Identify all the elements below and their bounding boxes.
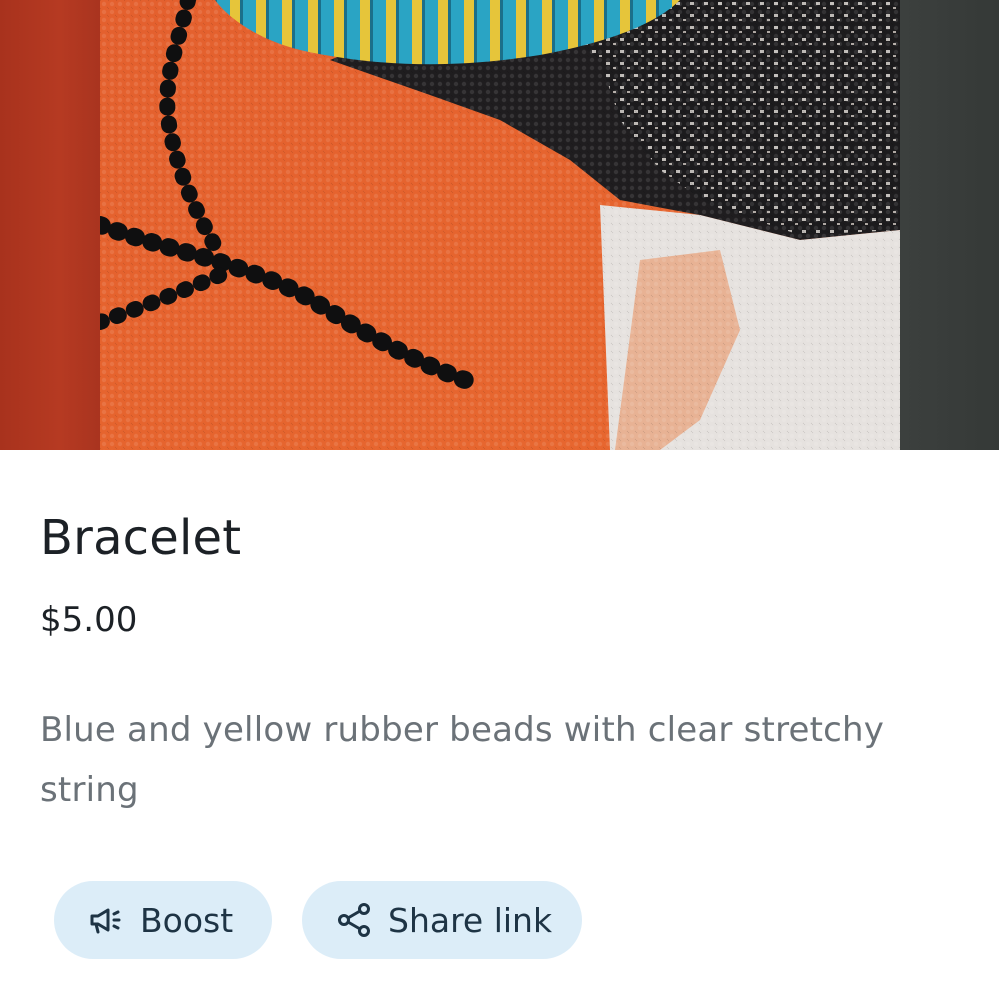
megaphone-icon: [86, 900, 126, 940]
boost-button[interactable]: Boost: [54, 881, 272, 959]
photo-carousel[interactable]: [0, 0, 999, 450]
share-link-button[interactable]: Share link: [302, 881, 582, 959]
product-price: $5.00: [40, 600, 138, 640]
share-icon: [334, 900, 374, 940]
next-photo-peek[interactable]: [900, 0, 999, 450]
product-photo[interactable]: [100, 0, 900, 450]
product-title: Bracelet: [40, 510, 242, 566]
boost-label: Boost: [140, 900, 234, 940]
previous-photo-peek[interactable]: [0, 0, 100, 450]
product-description: Blue and yellow rubber beads with clear …: [40, 710, 885, 810]
share-link-label: Share link: [388, 900, 553, 940]
listing-detail-page: Bracelet $5.00 Blue and yellow rubber be…: [0, 0, 999, 1000]
